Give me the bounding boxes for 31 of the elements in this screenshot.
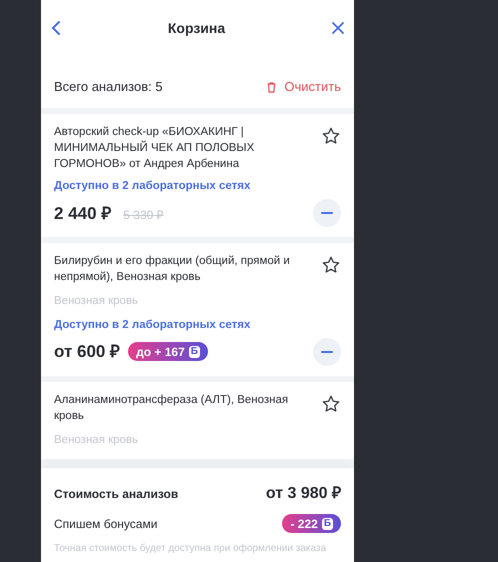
material-text: Венозная кровь <box>54 432 140 448</box>
clear-button[interactable]: Очистить <box>267 77 341 97</box>
star-icon[interactable] <box>321 126 341 146</box>
close-icon[interactable] <box>331 21 345 35</box>
old-price: 5 330 ₽ <box>123 206 164 224</box>
back-icon[interactable] <box>50 20 62 36</box>
bonus-sign: Б <box>322 518 333 530</box>
minus-icon <box>321 350 333 353</box>
star-icon[interactable] <box>321 394 341 414</box>
remove-button[interactable] <box>313 199 341 228</box>
star-icon[interactable] <box>321 255 341 276</box>
bonus-label: Спишем бонусами <box>54 516 158 532</box>
bonus-amount: до + 167 <box>136 344 185 361</box>
test-name: Аланинаминотрансфераза (АЛТ), Венозная кровь <box>54 392 290 424</box>
total-cost: от 3 980 ₽ <box>266 484 341 504</box>
price-note: Точная стоимость будет доступна при оформлении заказа <box>54 542 328 556</box>
total-count: Всего анализов: 5 <box>54 78 163 96</box>
minus-icon <box>321 212 333 214</box>
availability-link[interactable]: Доступно в 2 лабораторных сетях <box>54 178 341 196</box>
price: от 600 ₽ <box>54 341 120 363</box>
material-text: Венозная кровь <box>54 294 140 310</box>
cost-label: Стоимость анализов <box>54 486 178 503</box>
test-name: Билирубин и его фракции (общий, прямой и непрямой), Венозная кровь <box>54 254 291 286</box>
availability-link[interactable]: Доступно в 2 лабораторных сетях <box>54 316 341 334</box>
page-title: Корзина <box>168 18 226 38</box>
test-name: Авторский check-up «БИОХАКИНГ | МИНИМАЛЬНЫЙ ЧЕК АП ПОЛОВЫХ ГОРМОНОВ» от Андрея Арбенина <box>54 125 256 172</box>
remove-button[interactable] <box>313 338 341 366</box>
bonus-sign: Б <box>188 346 200 358</box>
price: 2 440 ₽ <box>54 202 112 224</box>
trash-icon <box>267 82 276 92</box>
bonus-amount: - 222 <box>290 516 318 532</box>
